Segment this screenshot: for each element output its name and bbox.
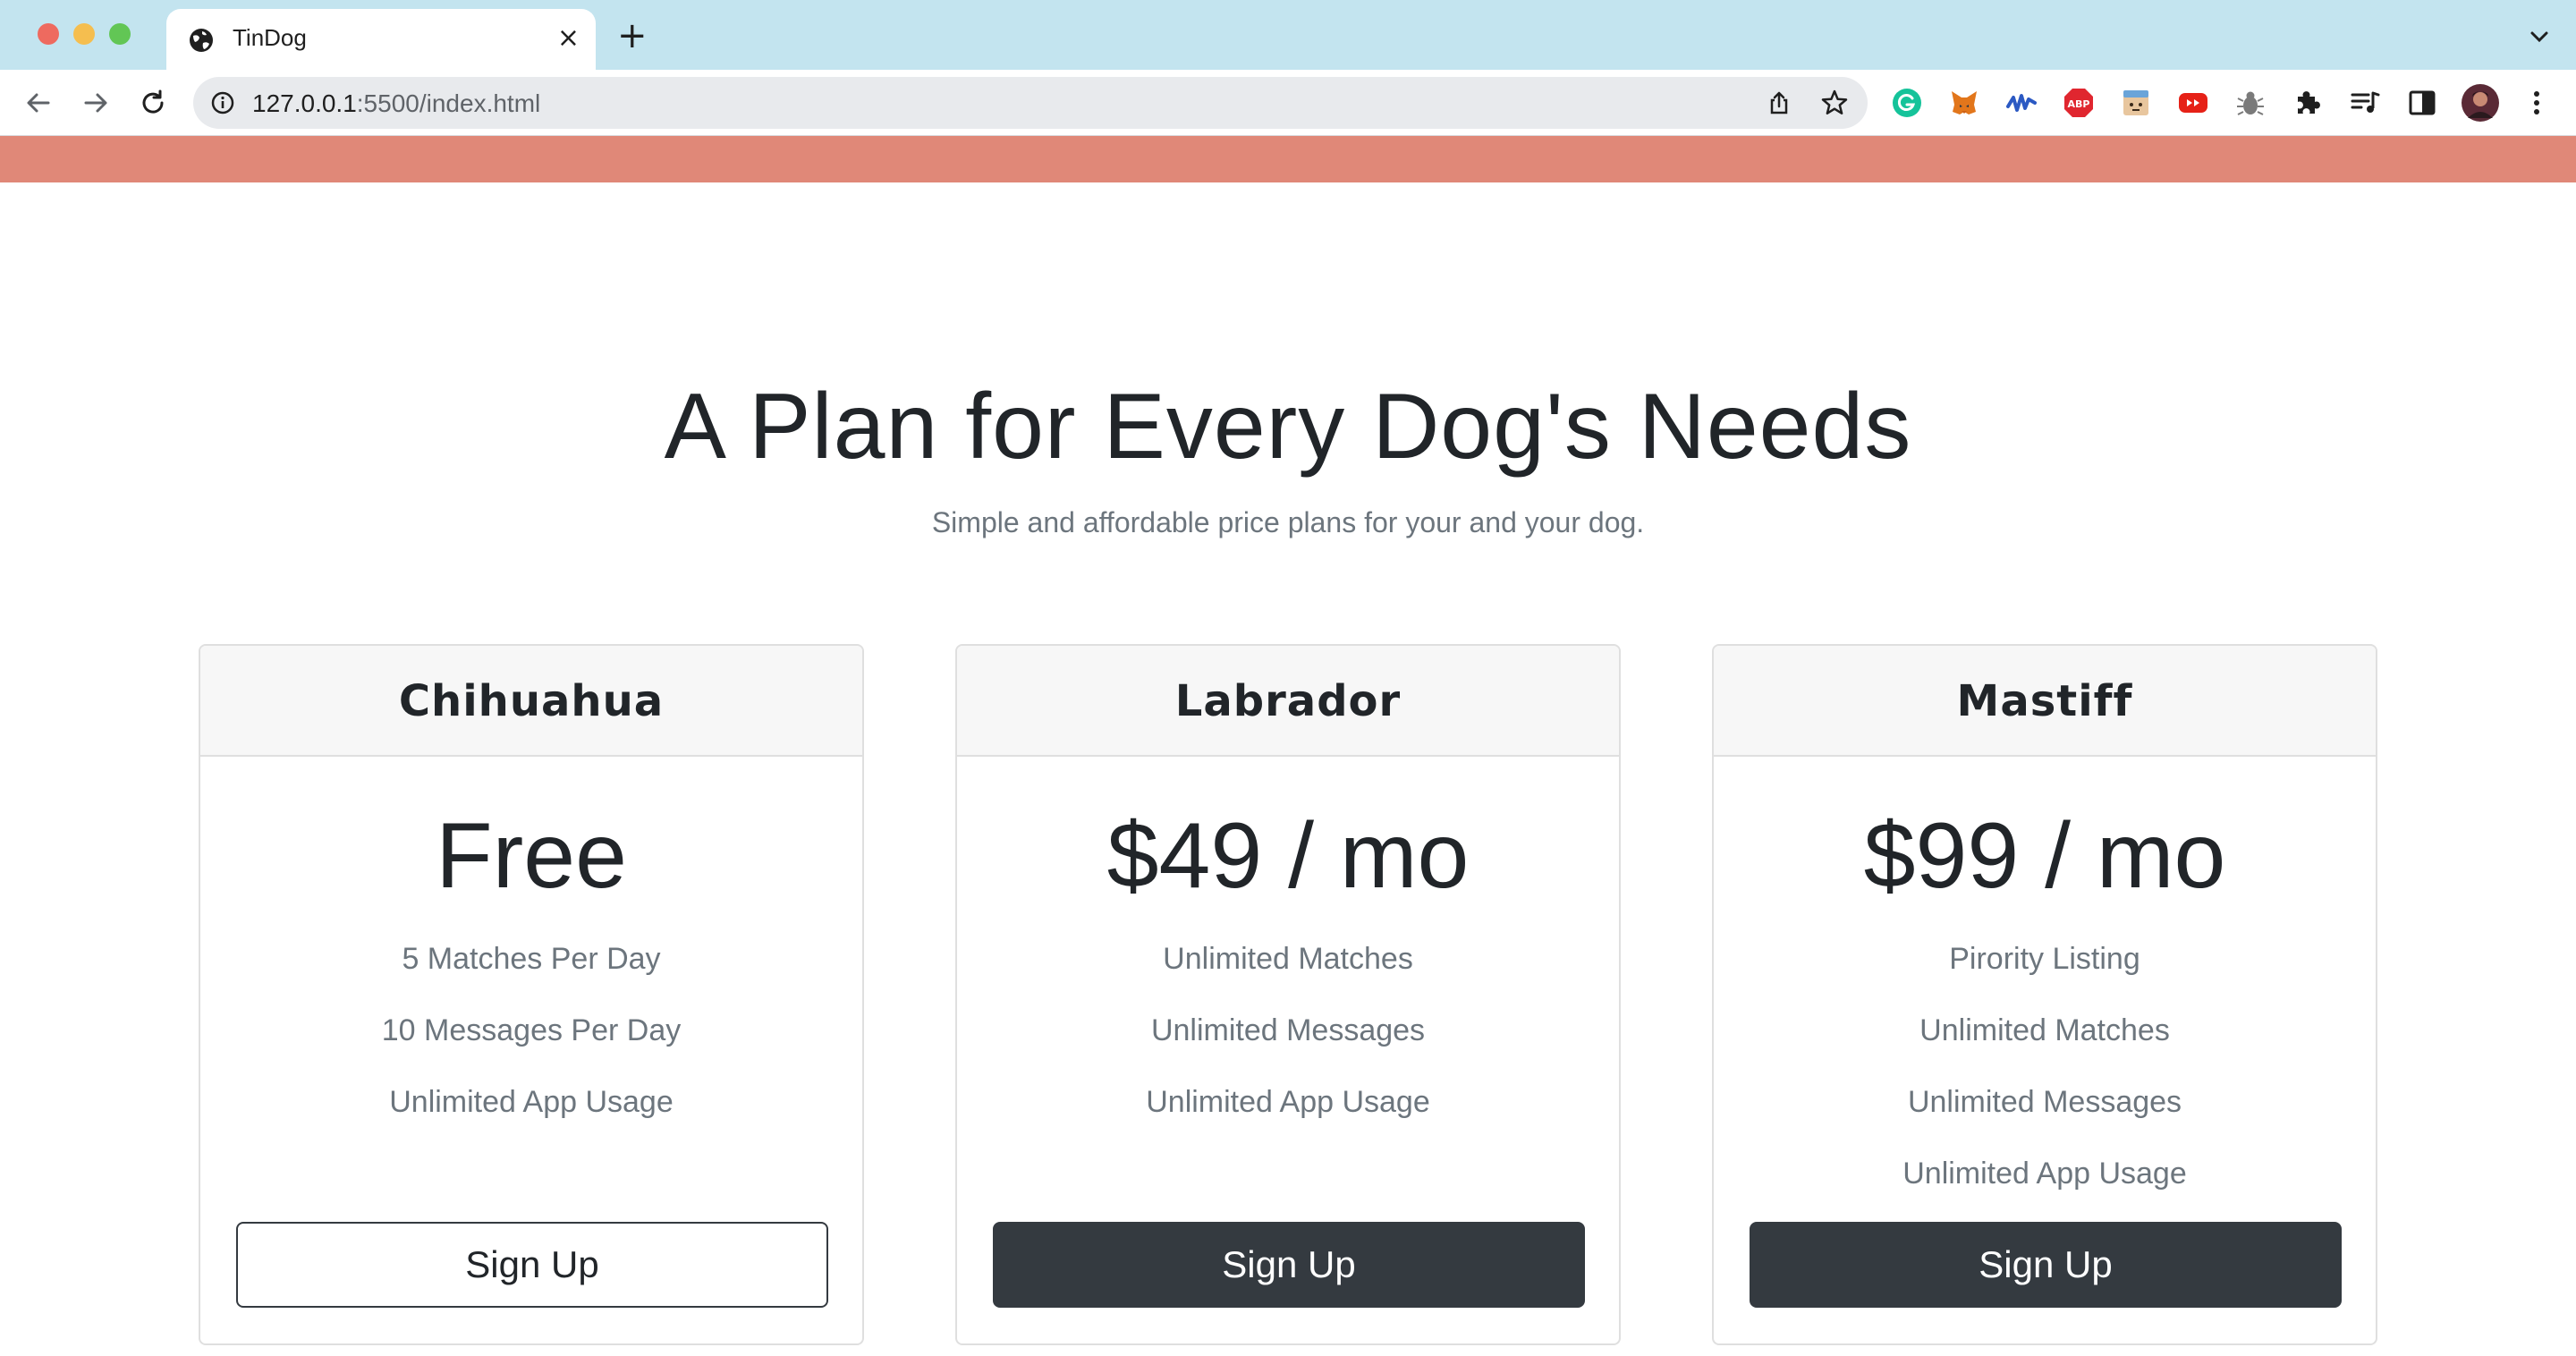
feature-item: Unlimited App Usage (389, 1085, 674, 1119)
pricing-title: A Plan for Every Dog's Needs (664, 375, 1912, 479)
feature-list: Unlimited Matches Unlimited Messages Unl… (957, 941, 1619, 1156)
tab-title: TinDog (233, 24, 307, 51)
pricing-card-labrador: Labrador $49 / mo Unlimited Matches Unli… (955, 644, 1621, 1345)
browser-toolbar: 127.0.0.1:5500/index.html ABP (0, 70, 2576, 136)
plan-name: Labrador (1174, 676, 1402, 726)
plan-price: Free (436, 804, 627, 908)
new-tab-button[interactable]: + (617, 18, 648, 54)
url-host: 127.0.0.1 (252, 89, 357, 117)
feature-item: Unlimited Messages (1907, 1085, 2182, 1119)
profile-avatar[interactable] (2462, 84, 2499, 122)
side-panel-icon[interactable] (2406, 87, 2438, 119)
back-arrow-icon[interactable] (21, 86, 55, 120)
pricing-card-mastiff: Mastiff $99 / mo Pirority Listing Unlimi… (1712, 644, 2377, 1345)
hero-section-bottom (0, 136, 2576, 182)
extension-box-icon[interactable] (2120, 87, 2152, 119)
svg-text:ABP: ABP (2068, 98, 2090, 110)
plan-price: $99 / mo (1863, 804, 2226, 908)
youtube-icon[interactable] (2177, 87, 2209, 119)
feature-list: Pirority Listing Unlimited Matches Unlim… (1714, 941, 2376, 1227)
plan-name: Mastiff (1956, 676, 2133, 726)
plan-price: $49 / mo (1106, 804, 1470, 908)
feature-item: Unlimited Matches (1919, 1013, 2170, 1047)
url-path: :5500/index.html (356, 89, 541, 117)
window-close-button[interactable] (38, 23, 59, 45)
card-header: Chihuahua (200, 646, 862, 757)
feature-item: Pirority Listing (1949, 942, 2140, 976)
window-minimize-button[interactable] (73, 23, 95, 45)
card-header: Labrador (957, 646, 1619, 757)
bug-icon[interactable] (2234, 87, 2267, 119)
grammarly-icon[interactable] (1891, 87, 1923, 119)
browser-tab-active[interactable]: TinDog × (166, 9, 596, 70)
sign-up-button[interactable]: Sign Up (1750, 1222, 2342, 1308)
feature-list: 5 Matches Per Day 10 Messages Per Day Un… (200, 941, 862, 1156)
kebab-menu-icon[interactable] (2521, 87, 2553, 119)
puzzle-icon[interactable] (2292, 87, 2324, 119)
wave-icon[interactable] (2005, 87, 2038, 119)
metamask-icon[interactable] (1948, 87, 1980, 119)
chevron-down-icon[interactable] (2526, 23, 2553, 50)
card-header: Mastiff (1714, 646, 2376, 757)
feature-item: Unlimited Matches (1163, 942, 1413, 976)
window-maximize-button[interactable] (109, 23, 131, 45)
feature-item: 10 Messages Per Day (381, 1013, 682, 1047)
feature-item: Unlimited Messages (1150, 1013, 1426, 1047)
pricing-card-chihuahua: Chihuahua Free 5 Matches Per Day 10 Mess… (199, 644, 864, 1345)
feature-item: 5 Matches Per Day (402, 942, 661, 976)
forward-arrow-icon[interactable] (79, 86, 113, 120)
address-bar[interactable]: 127.0.0.1:5500/index.html (193, 77, 1868, 129)
share-icon[interactable] (1766, 89, 1792, 116)
feature-item: Unlimited App Usage (1146, 1085, 1430, 1119)
sign-up-button[interactable]: Sign Up (236, 1222, 828, 1308)
browser-tab-bar: TinDog × + (0, 0, 2576, 70)
globe-icon (190, 29, 213, 52)
bookmark-star-icon[interactable] (1819, 88, 1850, 118)
media-controls-icon[interactable] (2349, 87, 2381, 119)
feature-item: Unlimited App Usage (1902, 1157, 2187, 1191)
url-text[interactable]: 127.0.0.1:5500/index.html (252, 89, 540, 118)
plan-name: Chihuahua (398, 676, 665, 726)
site-info-icon[interactable] (209, 89, 236, 116)
tab-close-icon[interactable]: × (557, 23, 580, 54)
sign-up-button[interactable]: Sign Up (993, 1222, 1585, 1308)
pricing-subtitle: Simple and affordable price plans for yo… (931, 506, 1645, 538)
adblock-plus-icon[interactable]: ABP (2063, 87, 2095, 119)
reload-icon[interactable] (136, 86, 170, 120)
